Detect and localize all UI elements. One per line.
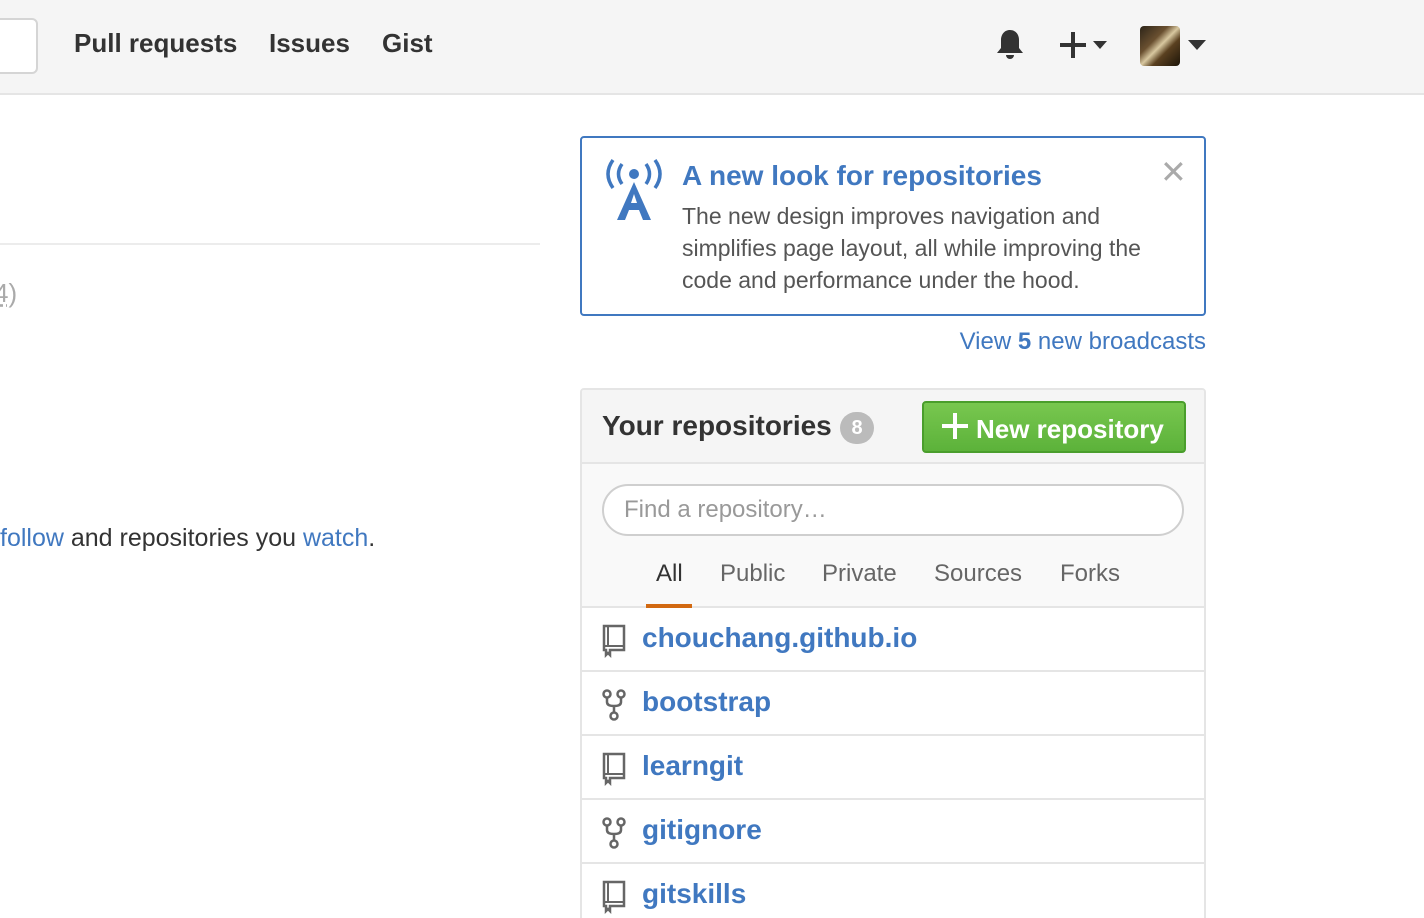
watch-link[interactable]: watch	[303, 524, 368, 552]
repo-name[interactable]: gitskills	[642, 878, 746, 910]
repo-name[interactable]: learngit	[642, 750, 743, 782]
view-broadcasts-link[interactable]: View 5 new broadcasts	[960, 328, 1206, 356]
tab-forks[interactable]: Forks	[1060, 560, 1120, 588]
repositories-header: Your repositories 8 New repository	[582, 390, 1204, 464]
count-fragment: 4)	[0, 278, 18, 308]
fork-icon	[602, 817, 626, 849]
bell-icon[interactable]	[994, 28, 1026, 62]
broadcast-icon	[606, 158, 662, 220]
tab-public[interactable]: Public	[720, 560, 785, 588]
repo-list-item[interactable]: learngit	[582, 736, 1204, 800]
tab-all[interactable]: All	[656, 560, 683, 588]
section-divider	[0, 243, 540, 245]
follow-end-text: .	[368, 524, 376, 552]
repo-name[interactable]: gitignore	[642, 814, 762, 846]
avatar[interactable]	[1140, 26, 1180, 66]
fork-icon	[602, 689, 626, 721]
follow-link[interactable]: follow	[0, 524, 64, 552]
repo-icon	[602, 624, 626, 658]
broadcast-title[interactable]: A new look for repositories	[682, 160, 1042, 192]
repo-list-item[interactable]: chouchang.github.io	[582, 608, 1204, 672]
follow-mid-text: and repositories you	[63, 524, 303, 552]
broadcast-count: 5	[1017, 328, 1032, 355]
repo-name[interactable]: bootstrap	[642, 686, 771, 718]
broadcast-link-prefix: View	[959, 328, 1018, 355]
find-repository-input[interactable]	[602, 484, 1184, 536]
repo-list-item[interactable]: bootstrap	[582, 672, 1204, 736]
tab-sources[interactable]: Sources	[934, 560, 1022, 588]
repositories-panel: Your repositories 8 New repository All P…	[580, 388, 1206, 918]
new-repository-label: New repository	[976, 414, 1164, 444]
create-new-icon[interactable]	[1060, 30, 1112, 60]
repo-list-item[interactable]: gitignore	[582, 800, 1204, 864]
broadcast-panel: A new look for repositories The new desi…	[580, 136, 1206, 316]
nav-gist[interactable]: Gist	[382, 28, 433, 59]
repo-icon	[602, 752, 626, 786]
top-header: Pull requests Issues Gist	[0, 0, 1424, 95]
repo-icon	[602, 880, 626, 914]
follow-watch-text: follow and repositories you watch.	[0, 524, 375, 553]
repo-list-item[interactable]: gitskills	[582, 864, 1204, 918]
nav-issues[interactable]: Issues	[269, 28, 350, 59]
repo-filter-area: All Public Private Sources Forks	[582, 464, 1204, 608]
nav-pull-requests[interactable]: Pull requests	[74, 28, 237, 59]
tab-private[interactable]: Private	[822, 560, 897, 588]
broadcast-link-suffix: new broadcasts	[1031, 328, 1206, 355]
repo-count-badge: 8	[840, 412, 874, 444]
repositories-title: Your repositories	[602, 410, 832, 441]
repo-name[interactable]: chouchang.github.io	[642, 622, 917, 654]
new-repository-button[interactable]: New repository	[922, 401, 1186, 453]
close-icon[interactable]: ✕	[1160, 156, 1187, 188]
broadcast-body: The new design improves navigation and s…	[682, 203, 1141, 293]
chevron-down-icon[interactable]	[1188, 40, 1206, 50]
plus-icon	[942, 413, 968, 439]
search-input[interactable]	[0, 18, 38, 74]
